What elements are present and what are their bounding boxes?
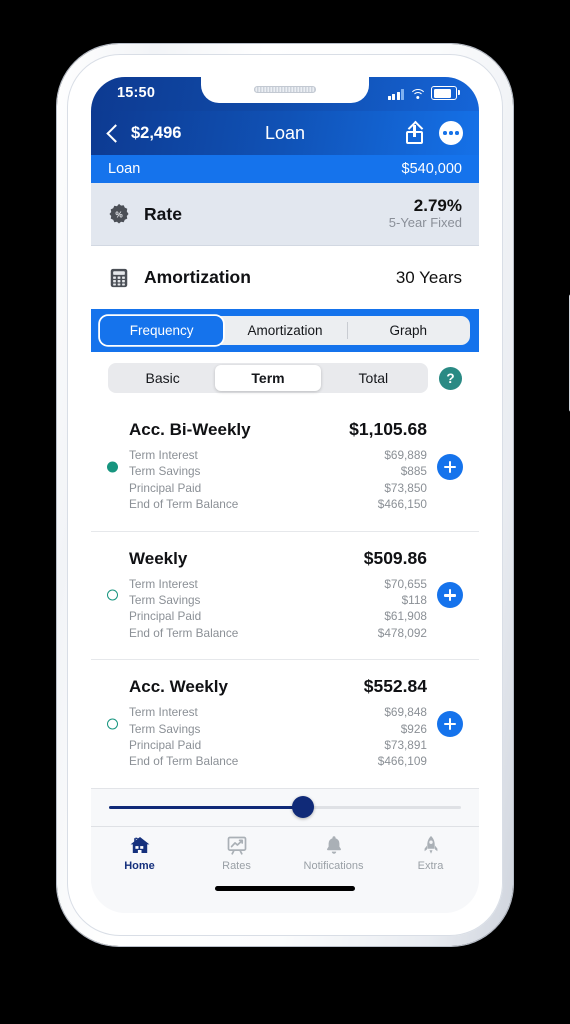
help-button[interactable]: ?: [439, 366, 462, 390]
nav-actions: [406, 111, 463, 155]
tab-extra[interactable]: Extra: [382, 834, 479, 872]
loan-summary-amount: $540,000: [401, 161, 462, 177]
rate-value: 2.79%: [413, 195, 462, 215]
principal-paid-value: $73,891: [384, 737, 427, 752]
tab-rates-label: Rates: [222, 859, 251, 872]
signal-bars-icon: [387, 89, 404, 100]
tab-rates[interactable]: Rates: [188, 834, 285, 872]
end-balance-label: End of Term Balance: [129, 497, 239, 512]
share-icon[interactable]: [406, 120, 424, 144]
loan-summary-strip: Loan $540,000: [91, 155, 479, 183]
option-title: Acc. Weekly: [129, 677, 228, 697]
tab-notifications-label: Notifications: [303, 859, 364, 872]
home-icon: [128, 834, 152, 856]
primary-tabs: Frequency Amortization Graph: [91, 309, 479, 352]
slider-track[interactable]: [109, 796, 461, 819]
home-indicator[interactable]: [91, 875, 479, 902]
principal-paid-label: Principal Paid: [129, 737, 202, 752]
option-amount: $552.84: [363, 676, 427, 697]
calculator-icon: [108, 267, 130, 289]
term-interest-label: Term Interest: [129, 705, 198, 720]
principal-paid-value: $61,908: [384, 609, 427, 624]
battery-icon: [431, 86, 460, 100]
term-interest-label: Term Interest: [129, 448, 198, 462]
status-bar-icons: [387, 86, 460, 100]
screenshot-stage: 15:50 $2,496 Loan Loan $540,000 % Rate 2…: [0, 0, 570, 1024]
tab-home[interactable]: Home: [91, 834, 188, 872]
amortization-value: 30 Years: [395, 267, 462, 287]
bottom-tab-bar: Home Rates Notifications Extra: [91, 825, 479, 876]
term-interest-label: Term Interest: [129, 576, 198, 591]
rate-value-group: 2.79% 5-Year Fixed: [389, 196, 462, 232]
rate-term: 5-Year Fixed: [388, 215, 462, 231]
select-radio[interactable]: [107, 718, 118, 730]
slider-thumb[interactable]: [291, 796, 314, 819]
tab-frequency[interactable]: Frequency: [100, 316, 224, 345]
chart-icon: [225, 834, 249, 856]
phone-screen: 15:50 $2,496 Loan Loan $540,000 % Rate 2…: [91, 77, 479, 913]
term-savings-label: Term Savings: [129, 464, 201, 479]
term-savings-value: $926: [400, 721, 427, 736]
principal-paid-label: Principal Paid: [129, 609, 202, 624]
tab-home-label: Home: [124, 859, 155, 872]
more-options-icon[interactable]: [439, 121, 463, 145]
rate-row[interactable]: % Rate 2.79% 5-Year Fixed: [91, 183, 479, 246]
phone-bezel: 15:50 $2,496 Loan Loan $540,000 % Rate 2…: [67, 54, 503, 936]
status-bar-clock: 15:50: [117, 85, 156, 101]
add-button[interactable]: [437, 710, 463, 737]
rate-badge-icon: %: [108, 203, 130, 225]
phone-frame: 15:50 $2,496 Loan Loan $540,000 % Rate 2…: [57, 44, 570, 946]
amount-slider[interactable]: [91, 787, 479, 826]
notch: [201, 77, 369, 103]
amortization-row[interactable]: Amortization 30 Years: [91, 246, 479, 309]
end-balance-value: $466,150: [377, 497, 427, 512]
add-button[interactable]: [437, 453, 463, 480]
option-title: Acc. Bi-Weekly: [129, 420, 251, 439]
end-balance-value: $466,109: [377, 754, 427, 769]
tab-graph[interactable]: Graph: [346, 316, 470, 345]
list-item[interactable]: Weekly $509.86 Term Interest $70,655 Term…: [91, 532, 479, 661]
amortization-label: Amortization: [144, 267, 251, 287]
secondary-tabs-group: Basic Term Total: [108, 363, 428, 393]
tab-basic[interactable]: Basic: [110, 365, 215, 391]
slider-fill: [109, 805, 303, 809]
speaker-grille-icon: [254, 86, 316, 93]
secondary-tabs: Basic Term Total ?: [91, 352, 479, 403]
select-radio[interactable]: [107, 589, 118, 601]
end-balance-label: End of Term Balance: [129, 625, 239, 640]
term-savings-label: Term Savings: [129, 592, 201, 607]
tab-total[interactable]: Total: [321, 365, 426, 391]
loan-summary-label: Loan: [108, 161, 141, 177]
tab-notifications[interactable]: Notifications: [285, 834, 382, 872]
select-radio[interactable]: [107, 461, 118, 473]
end-balance-label: End of Term Balance: [129, 754, 239, 769]
list-item[interactable]: Acc. Bi-Weekly $1,105.68 Term Interest $6…: [91, 403, 479, 532]
option-amount: $1,105.68: [349, 419, 427, 439]
term-savings-label: Term Savings: [129, 721, 201, 736]
principal-paid-label: Principal Paid: [129, 480, 202, 495]
amortization-value-group: 30 Years: [396, 268, 462, 288]
rocket-icon: [419, 834, 443, 856]
add-button[interactable]: [437, 582, 463, 609]
payment-option-list: Acc. Bi-Weekly $1,105.68 Term Interest $6…: [91, 403, 479, 788]
term-savings-value: $885: [400, 464, 427, 479]
term-interest-value: $69,889: [384, 448, 427, 462]
bell-icon: [322, 834, 346, 856]
option-amount: $509.86: [363, 547, 427, 568]
option-title: Weekly: [129, 548, 188, 568]
term-interest-value: $70,655: [384, 576, 427, 591]
list-item[interactable]: Acc. Weekly $552.84 Term Interest $69,848…: [91, 660, 479, 788]
tab-extra-label: Extra: [417, 859, 444, 872]
wifi-icon: [409, 89, 426, 100]
principal-paid-value: $73,850: [384, 480, 427, 495]
navigation-bar: $2,496 Loan: [91, 111, 479, 155]
rate-label: Rate: [144, 203, 182, 224]
end-balance-value: $478,092: [377, 625, 427, 640]
term-interest-value: $69,848: [384, 705, 427, 720]
tab-term[interactable]: Term: [215, 365, 321, 391]
tab-amortization[interactable]: Amortization: [223, 316, 346, 345]
term-savings-value: $118: [401, 592, 427, 607]
svg-text:%: %: [115, 210, 123, 219]
primary-tabs-group: Frequency Amortization Graph: [100, 316, 470, 345]
